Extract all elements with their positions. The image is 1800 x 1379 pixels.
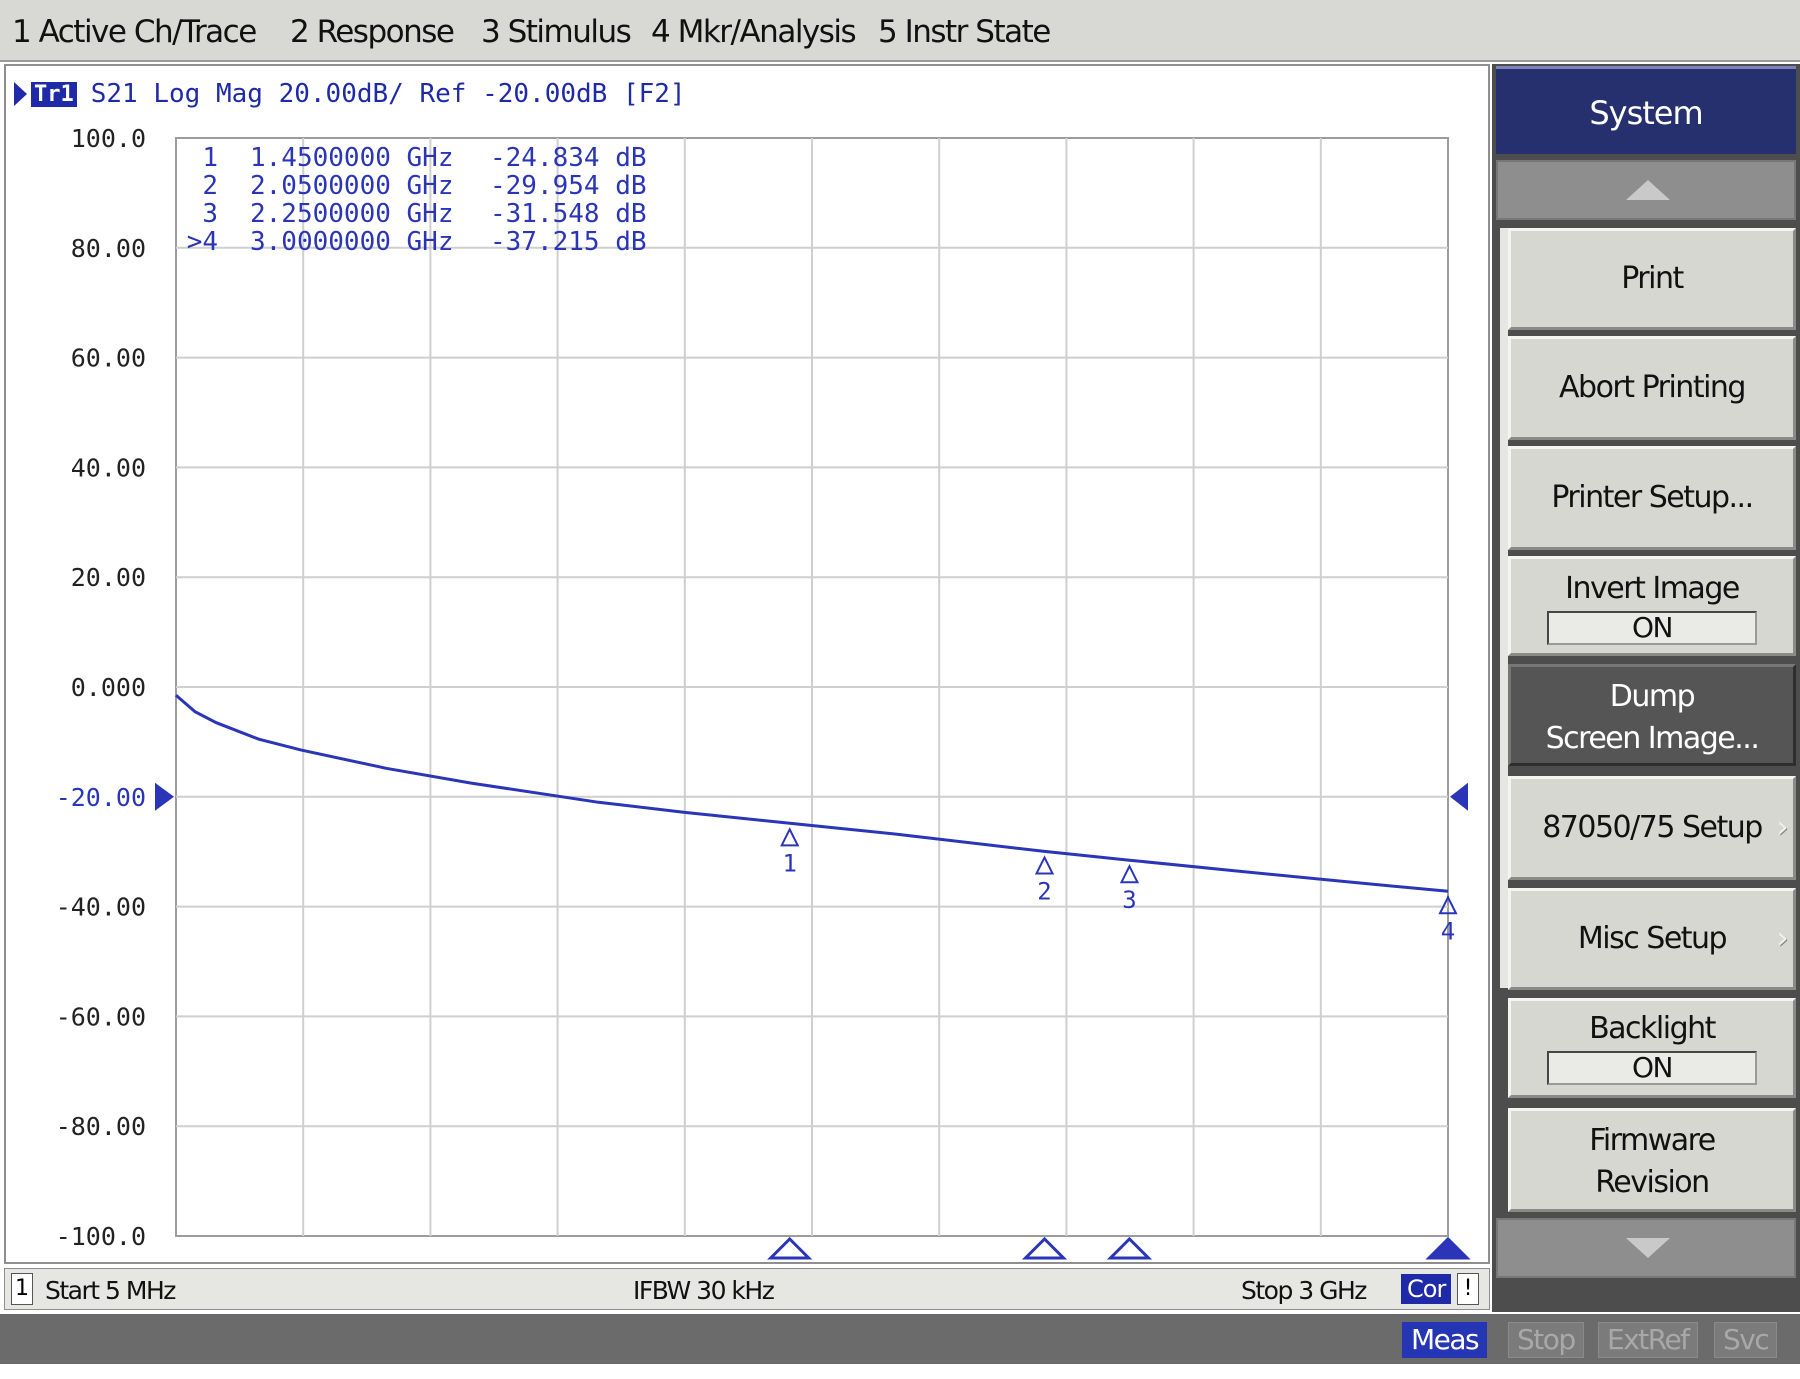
y-tick-label: 40.00 [71, 453, 146, 482]
if-bandwidth: IFBW 30 kHz [633, 1276, 775, 1305]
print-button[interactable]: Print [1508, 228, 1796, 330]
correction-badge: Cor [1401, 1274, 1452, 1304]
dump-label-line2: Screen Image... [1545, 721, 1760, 756]
marker-position-triangle-icon [1425, 1236, 1471, 1260]
status-bar: 1 Start 5 MHz IFBW 30 kHz Stop 3 GHz Cor… [4, 1268, 1490, 1310]
softkey-scroll-down[interactable] [1496, 1218, 1796, 1278]
marker-readout-id: 1 [202, 143, 218, 173]
y-tick-label: 60.00 [71, 344, 146, 373]
marker-readout-value: -37.215 dB [490, 227, 647, 257]
start-frequency: Start 5 MHz [45, 1276, 176, 1305]
y-tick-label: -20.00 [56, 783, 146, 812]
marker-label: 4 [1441, 917, 1455, 945]
y-tick-label: 20.00 [71, 563, 146, 592]
y-tick-label: -40.00 [56, 893, 146, 922]
svc-indicator: Svc [1714, 1322, 1778, 1358]
meas-indicator: Meas [1402, 1322, 1488, 1358]
backlight-label: Backlight [1589, 1011, 1716, 1046]
softkey-scroll-up[interactable] [1496, 160, 1796, 220]
abort-printing-button[interactable]: Abort Printing [1508, 336, 1796, 440]
y-tick-label: -80.00 [56, 1112, 146, 1141]
setup-87050-button[interactable]: 87050/75 Setup › [1508, 776, 1796, 880]
invert-image-label: Invert Image [1565, 571, 1740, 606]
printer-setup-button[interactable]: Printer Setup... [1508, 446, 1796, 550]
backlight-button[interactable]: Backlight ON [1508, 998, 1796, 1098]
firmware-label-line2: Revision [1595, 1165, 1710, 1200]
marker-readout-value: -31.548 dB [490, 199, 647, 229]
y-tick-label: 100.0 [71, 124, 146, 153]
firmware-label-line1: Firmware [1589, 1123, 1716, 1158]
marker-label: 2 [1037, 877, 1051, 905]
y-tick-label: -100.0 [56, 1222, 146, 1251]
dump-screen-image-button[interactable]: Dump Screen Image... [1508, 664, 1796, 766]
marker-position-triangle-icon [1021, 1236, 1068, 1260]
marker-label: 3 [1122, 886, 1136, 914]
chevron-right-icon: › [1776, 810, 1789, 845]
marker-position-triangle-icon [767, 1236, 813, 1260]
marker-readout-value: -24.834 dB [490, 143, 647, 173]
reference-right-arrow-icon [1450, 782, 1468, 811]
invert-image-button[interactable]: Invert Image ON [1508, 556, 1796, 656]
y-tick-label: 80.00 [71, 234, 146, 263]
marker-readout-id: >4 [187, 227, 218, 257]
y-tick-label: -60.00 [56, 1002, 146, 1031]
marker-readout-frequency: 3.0000000 GHz [250, 227, 454, 257]
marker-readout-id: 2 [202, 171, 218, 201]
backlight-value: ON [1547, 1051, 1757, 1085]
marker-position-triangle-icon [1106, 1236, 1153, 1260]
arrow-up-icon [1626, 180, 1670, 200]
dump-label-line1: Dump [1609, 679, 1696, 714]
marker-label: 1 [782, 849, 796, 877]
setup-87050-label: 87050/75 Setup [1542, 810, 1763, 845]
misc-setup-label: Misc Setup [1577, 921, 1728, 956]
invert-image-value: ON [1547, 611, 1757, 645]
softkey-separator [1500, 228, 1508, 988]
stop-frequency: Stop 3 GHz [1241, 1276, 1367, 1305]
marker-readout-frequency: 1.4500000 GHz [250, 143, 454, 173]
softkey-menu-title: System [1496, 66, 1796, 154]
marker-readout-id: 3 [202, 199, 218, 229]
marker-readout-frequency: 2.2500000 GHz [250, 199, 454, 229]
misc-setup-button[interactable]: Misc Setup › [1508, 888, 1796, 990]
arrow-down-icon [1626, 1238, 1670, 1258]
stop-indicator: Stop [1508, 1322, 1584, 1358]
channel-number[interactable]: 1 [11, 1273, 33, 1305]
firmware-revision-button[interactable]: Firmware Revision [1508, 1108, 1796, 1212]
extref-indicator: ExtRef [1598, 1322, 1698, 1358]
marker-readout-value: -29.954 dB [490, 171, 647, 201]
instrument-status-bar: Meas Stop ExtRef Svc [0, 1314, 1800, 1364]
marker-readout-frequency: 2.0500000 GHz [250, 171, 454, 201]
warning-indicator: ! [1457, 1273, 1479, 1305]
chevron-right-icon: › [1776, 921, 1789, 956]
reference-left-arrow-icon [155, 782, 174, 811]
y-tick-label: 0.000 [71, 673, 146, 702]
